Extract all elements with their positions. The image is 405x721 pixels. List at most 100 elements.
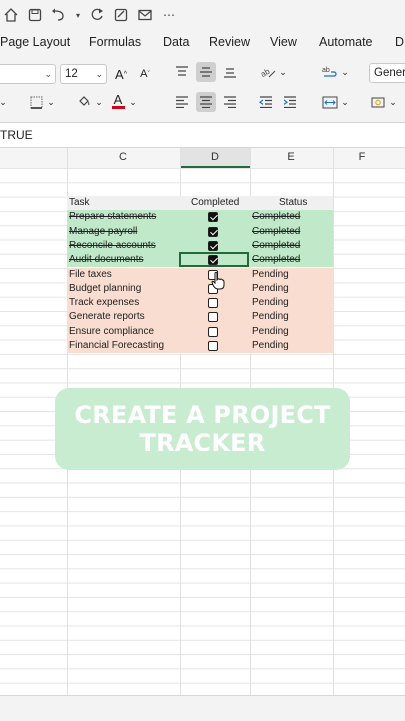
task-name: Generate reports — [69, 311, 145, 323]
completed-checkbox[interactable] — [208, 226, 218, 237]
ribbon-tabs: Page Layout Formulas Data Review View Au… — [0, 30, 405, 54]
home-icon[interactable] — [2, 6, 20, 24]
undo-icon[interactable] — [50, 6, 68, 24]
completed-checkbox[interactable] — [208, 326, 218, 337]
tab-review[interactable]: Review — [209, 35, 250, 49]
chevron-down-icon[interactable]: ⌄ — [128, 92, 138, 112]
chevron-down-icon[interactable]: ⌄ — [0, 92, 8, 112]
tab-page-layout[interactable]: Page Layout — [0, 35, 70, 49]
save-as-icon[interactable] — [112, 6, 130, 24]
task-status: Completed — [252, 211, 301, 223]
task-status: Pending — [252, 325, 289, 337]
banner-line-2: TRACKER — [139, 429, 266, 457]
task-status: Pending — [252, 282, 289, 294]
quick-access-toolbar: ▾ ⋯ — [0, 0, 405, 30]
completed-checkbox[interactable] — [208, 298, 218, 309]
borders-icon[interactable] — [28, 92, 44, 112]
merge-center-icon[interactable] — [320, 92, 340, 112]
more-icon[interactable]: ⋯ — [160, 6, 178, 24]
chevron-down-icon[interactable]: ⌄ — [340, 92, 350, 112]
header-status: Status — [279, 197, 308, 208]
task-status: Pending — [252, 297, 289, 309]
task-name: Manage payroll — [69, 225, 138, 237]
task-status: Pending — [252, 340, 289, 351]
wrap-text-icon[interactable]: ab — [320, 62, 340, 82]
fill-color-icon[interactable] — [76, 92, 92, 112]
chevron-down-icon[interactable]: ▾ — [74, 6, 82, 24]
number-format-select[interactable]: Gener — [369, 63, 405, 83]
increase-indent-icon[interactable] — [280, 92, 300, 112]
align-left-icon[interactable] — [172, 92, 192, 112]
chevron-down-icon[interactable]: ⌄ — [46, 92, 56, 112]
font-size-select[interactable]: 12 ⌄ — [60, 64, 107, 84]
align-bottom-icon[interactable] — [220, 62, 240, 82]
completed-checkbox[interactable] — [208, 312, 218, 323]
task-status: Completed — [252, 225, 301, 237]
task-name: Ensure compliance — [69, 325, 155, 337]
task-name: File taxes — [69, 268, 112, 280]
task-name: Budget planning — [69, 282, 142, 294]
tab-view[interactable]: View — [270, 35, 297, 49]
task-name: Reconcile accounts — [69, 239, 156, 251]
title-banner: CREATE A PROJECT TRACKER — [55, 388, 350, 470]
chevron-down-icon: ⌄ — [44, 69, 52, 79]
table-row[interactable]: Track expenses Pending — [67, 296, 333, 311]
completed-checkbox[interactable] — [208, 212, 218, 223]
chevron-down-icon: ⌄ — [95, 69, 103, 79]
table-row[interactable]: Budget planning Pending — [67, 281, 333, 297]
completed-checkbox[interactable] — [208, 341, 218, 351]
task-status: Pending — [252, 311, 289, 323]
column-header-e[interactable]: E — [281, 151, 301, 163]
align-center-icon[interactable] — [196, 92, 216, 112]
align-middle-icon[interactable] — [196, 62, 216, 82]
tab-data[interactable]: Data — [163, 35, 189, 49]
column-header-c[interactable]: C — [113, 151, 133, 163]
font-color-icon[interactable]: A — [110, 90, 126, 112]
task-status: Pending — [252, 268, 289, 280]
ribbon: ⌄ 12 ⌄ A ^ Aˇ ab ⌄ ab ⌄ Gener ⌄ ⌄ ⌄ A ⌄ ⌄ … — [0, 54, 405, 123]
font-name-select[interactable]: ⌄ — [0, 64, 56, 84]
mail-icon[interactable] — [136, 6, 154, 24]
table-row[interactable]: Prepare statements Completed — [67, 210, 333, 225]
chevron-down-icon[interactable]: ⌄ — [278, 62, 288, 82]
table-row[interactable]: Generate reports Pending — [67, 310, 333, 325]
task-status: Completed — [252, 254, 301, 266]
decrease-indent-icon[interactable] — [256, 92, 276, 112]
increase-font-icon[interactable]: A ^ — [112, 64, 130, 84]
column-header-d[interactable]: D — [205, 151, 225, 163]
decrease-font-icon[interactable]: Aˇ — [136, 64, 154, 84]
banner-line-1: CREATE A PROJECT — [74, 401, 331, 429]
column-header-f[interactable]: F — [352, 151, 372, 163]
table-row[interactable]: Manage payroll Completed — [67, 224, 333, 239]
completed-checkbox[interactable] — [208, 240, 218, 251]
task-name: Audit documents — [69, 254, 144, 266]
chevron-down-icon[interactable]: ⌄ — [388, 92, 398, 112]
save-icon[interactable] — [26, 6, 44, 24]
header-completed: Completed — [191, 197, 240, 208]
task-name: Prepare statements — [69, 211, 157, 223]
tab-formulas[interactable]: Formulas — [89, 35, 141, 49]
chevron-down-icon[interactable]: ⌄ — [340, 62, 350, 82]
chevron-down-icon[interactable]: ⌄ — [94, 92, 104, 112]
task-name: Financial Forecasting — [69, 340, 165, 351]
table-row[interactable]: Financial Forecasting Pending — [67, 339, 333, 354]
tab-automate[interactable]: Automate — [319, 35, 373, 49]
align-top-icon[interactable] — [172, 62, 192, 82]
table-row[interactable]: Ensure compliance Pending — [67, 324, 333, 339]
redo-icon[interactable] — [88, 6, 106, 24]
status-bar — [0, 695, 405, 721]
currency-format-icon[interactable] — [370, 92, 386, 112]
orientation-icon[interactable]: ab — [258, 62, 278, 82]
task-status: Completed — [252, 239, 301, 251]
align-right-icon[interactable] — [220, 92, 240, 112]
number-format-value: Gener — [374, 67, 405, 79]
task-name: Track expenses — [69, 297, 140, 309]
table-row[interactable]: File taxes Pending — [67, 267, 333, 282]
tab-developer[interactable]: D — [395, 35, 404, 49]
header-task: Task — [69, 197, 90, 208]
active-cell-selection[interactable] — [179, 252, 249, 267]
svg-text:ab: ab — [322, 67, 330, 74]
formula-value: TRUE — [0, 128, 33, 142]
formula-bar[interactable]: TRUE — [0, 123, 405, 148]
svg-text:ab: ab — [260, 66, 272, 79]
